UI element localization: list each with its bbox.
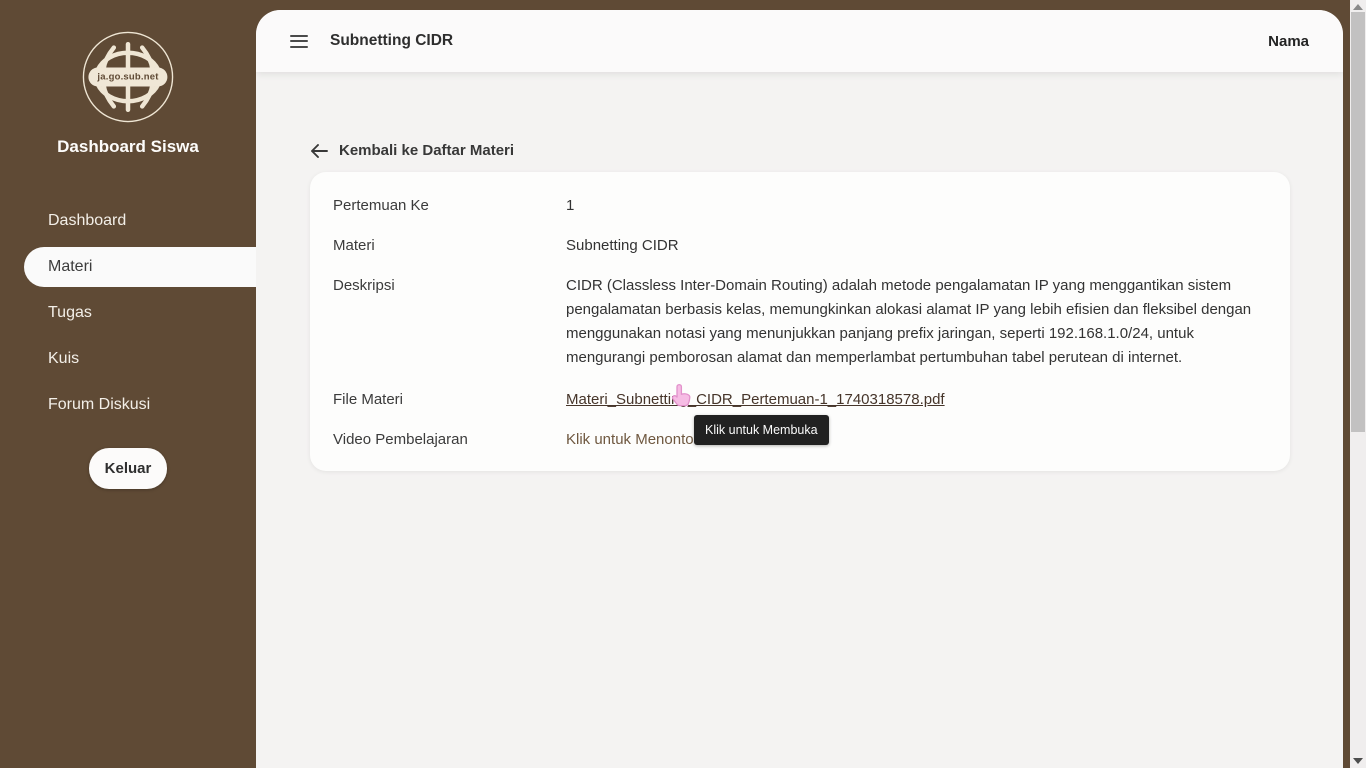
video-link[interactable]: Klik untuk Menonton bbox=[566, 431, 702, 448]
scrollbar-up-icon[interactable] bbox=[1353, 4, 1363, 10]
arrow-left-icon bbox=[310, 144, 328, 158]
tooltip: Klik untuk Membuka bbox=[694, 415, 829, 445]
sidebar-nav: Dashboard Materi Tugas Kuis Forum Diskus… bbox=[0, 201, 256, 425]
row-label: Deskripsi bbox=[333, 276, 566, 370]
row-label: Materi bbox=[333, 236, 566, 256]
row-value: CIDR (Classless Inter-Domain Routing) ad… bbox=[566, 274, 1267, 370]
detail-row-file-materi: File Materi Materi_Subnetting_CIDR_Perte… bbox=[333, 390, 1267, 410]
sidebar-item-label: Materi bbox=[48, 258, 92, 276]
sidebar-item-label: Kuis bbox=[48, 350, 79, 368]
page-title: Subnetting CIDR bbox=[330, 32, 453, 50]
user-name[interactable]: Nama bbox=[1268, 33, 1309, 50]
sidebar-item-kuis[interactable]: Kuis bbox=[0, 339, 256, 379]
sidebar-title: Dashboard Siswa bbox=[0, 137, 256, 157]
row-label: Video Pembelajaran bbox=[333, 430, 566, 450]
main-content: Subnetting CIDR Nama Kembali ke Daftar M… bbox=[256, 10, 1343, 768]
detail-row-deskripsi: Deskripsi CIDR (Classless Inter-Domain R… bbox=[333, 276, 1267, 370]
logout-button[interactable]: Keluar bbox=[89, 448, 167, 489]
scrollbar-down-icon[interactable] bbox=[1353, 758, 1363, 764]
sidebar: ja.go.sub.net Dashboard Siswa Dashboard … bbox=[0, 0, 256, 768]
back-link[interactable]: Kembali ke Daftar Materi bbox=[310, 142, 514, 159]
row-value: Subnetting CIDR bbox=[566, 236, 679, 256]
material-file-link[interactable]: Materi_Subnetting_CIDR_Pertemuan-1_17403… bbox=[566, 391, 945, 408]
sidebar-item-label: Tugas bbox=[48, 304, 92, 322]
material-detail-card: Pertemuan Ke 1 Materi Subnetting CIDR De… bbox=[310, 172, 1290, 471]
row-value: 1 bbox=[566, 196, 574, 216]
scrollbar-thumb[interactable] bbox=[1351, 12, 1365, 432]
scrollbar-track[interactable] bbox=[1350, 0, 1366, 768]
sidebar-item-dashboard[interactable]: Dashboard bbox=[0, 201, 256, 241]
sidebar-item-tugas[interactable]: Tugas bbox=[0, 293, 256, 333]
sidebar-item-label: Dashboard bbox=[48, 212, 126, 230]
app-bar: Subnetting CIDR Nama bbox=[256, 10, 1343, 72]
sidebar-item-forum-diskusi[interactable]: Forum Diskusi bbox=[0, 385, 256, 425]
brand-logo: ja.go.sub.net bbox=[81, 30, 175, 124]
row-label: Pertemuan Ke bbox=[333, 196, 566, 216]
hamburger-menu-icon[interactable] bbox=[290, 29, 308, 53]
detail-row-materi: Materi Subnetting CIDR bbox=[333, 236, 1267, 256]
row-label: File Materi bbox=[333, 390, 566, 410]
back-link-label: Kembali ke Daftar Materi bbox=[339, 142, 514, 159]
detail-row-pertemuan: Pertemuan Ke 1 bbox=[333, 196, 1267, 216]
sidebar-item-label: Forum Diskusi bbox=[48, 396, 150, 414]
sidebar-item-materi[interactable]: Materi bbox=[24, 247, 256, 287]
brand-label: ja.go.sub.net bbox=[88, 68, 167, 87]
